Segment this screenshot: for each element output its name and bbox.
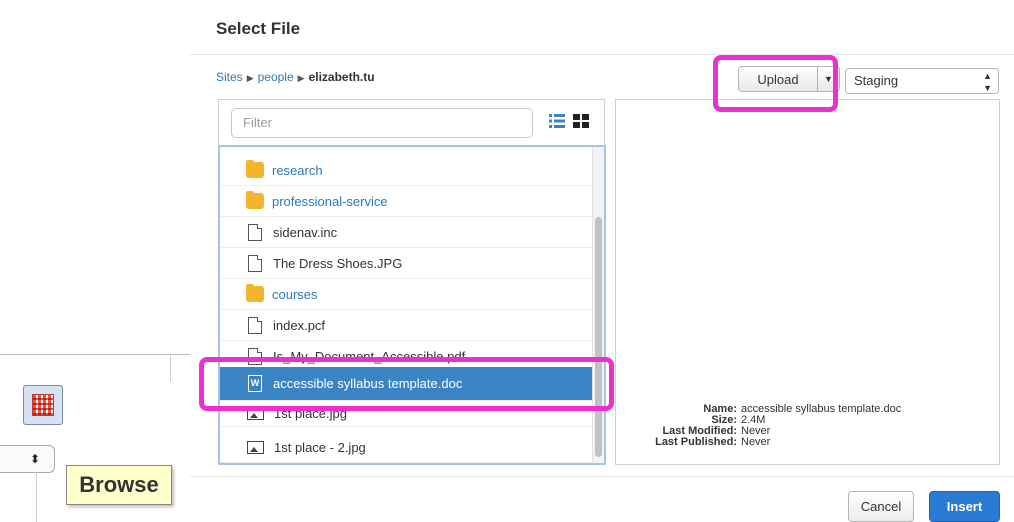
breadcrumb: Sites ▶ people ▶ elizabeth.tu	[216, 70, 375, 84]
environment-select[interactable]: Staging ▲ ▼	[845, 68, 999, 94]
background-divider	[0, 354, 190, 355]
image-file-icon	[247, 440, 264, 454]
list-item[interactable]: research	[220, 155, 592, 186]
file-name: index.pcf	[273, 317, 326, 333]
environment-value: Staging	[854, 73, 899, 88]
file-icon	[248, 316, 262, 334]
background-select[interactable]: ⬍	[0, 445, 55, 473]
published-value: Never	[741, 436, 771, 448]
file-name: research	[272, 162, 323, 178]
calendar-button[interactable]	[23, 385, 63, 425]
footer-divider	[190, 476, 1014, 477]
breadcrumb-sites[interactable]: Sites	[216, 70, 243, 84]
list-item[interactable]: courses	[220, 279, 592, 310]
file-list-scrollbar[interactable]	[592, 147, 604, 463]
background-divider-vertical-2	[36, 472, 37, 522]
breadcrumb-current: elizabeth.tu	[308, 70, 375, 84]
file-name: courses	[272, 286, 318, 302]
file-list[interactable]: research professional-service sidenav.in…	[218, 145, 606, 465]
name-value: accessible syllabus template.doc	[741, 403, 902, 415]
file-name: The Dress Shoes.JPG	[273, 255, 403, 271]
list-item[interactable]: index.pcf	[220, 310, 592, 341]
breadcrumb-arrow-icon: ▶	[246, 73, 254, 83]
file-preview-panel: Name: accessible syllabus template.doc Si…	[615, 99, 1000, 465]
title-divider	[190, 54, 1014, 55]
file-name: professional-service	[272, 193, 388, 209]
select-file-dialog: Select File Sites ▶ people ▶ elizabeth.tu Up…	[190, 0, 1014, 522]
breadcrumb-people[interactable]: people	[258, 70, 294, 84]
file-name: 1st place - 2.jpg	[274, 439, 366, 455]
browse-tooltip: Browse	[66, 465, 172, 505]
updown-icon: ⬍	[29, 452, 40, 466]
published-label: Last Published:	[655, 436, 737, 448]
cancel-button[interactable]: Cancel	[848, 491, 914, 522]
calendar-icon	[32, 394, 54, 416]
breadcrumb-arrow-icon: ▶	[297, 73, 305, 83]
folder-icon	[246, 160, 264, 178]
folder-icon	[246, 191, 264, 209]
file-name: sidenav.inc	[273, 224, 338, 240]
file-icon	[248, 223, 262, 241]
selected-file-highlight	[199, 357, 614, 411]
list-item[interactable]: The Dress Shoes.JPG	[220, 248, 592, 279]
file-icon	[248, 254, 262, 272]
list-item[interactable]: professional-service	[220, 186, 592, 217]
list-item[interactable]: 1st place - 2.jpg	[220, 432, 592, 463]
grid-view-icon[interactable]	[573, 114, 589, 128]
file-details: Name: accessible syllabus template.doc Si…	[616, 404, 1001, 448]
filter-input[interactable]: Filter	[231, 108, 533, 138]
select-arrows-icon: ▲ ▼	[983, 71, 992, 93]
list-view-icon[interactable]	[549, 114, 565, 128]
background-page: ⬍ Browse	[0, 0, 190, 522]
dialog-title: Select File	[216, 19, 301, 38]
background-divider-vertical	[170, 354, 171, 382]
list-item[interactable]: sidenav.inc	[220, 217, 592, 248]
upload-highlight	[713, 55, 838, 112]
insert-button[interactable]: Insert	[929, 491, 1000, 522]
folder-icon	[246, 284, 264, 302]
scrollbar-thumb[interactable]	[595, 217, 602, 457]
